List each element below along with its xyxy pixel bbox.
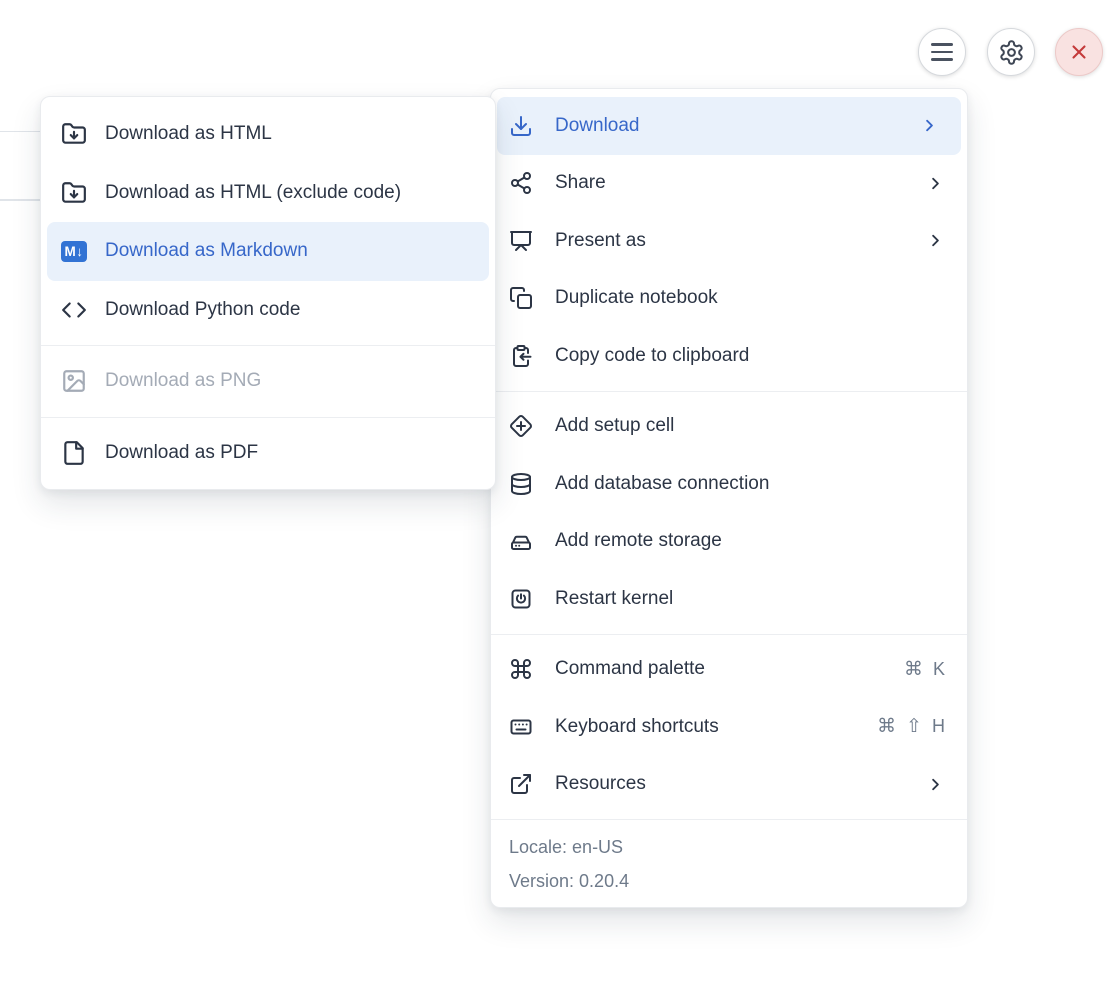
menu-separator bbox=[491, 391, 967, 392]
submenu-item-download-python[interactable]: Download Python code bbox=[41, 281, 495, 340]
chevron-right-icon bbox=[920, 116, 939, 135]
menu-item-label: Download bbox=[555, 115, 640, 137]
presentation-icon bbox=[509, 229, 533, 253]
menu-separator bbox=[41, 417, 495, 418]
download-icon bbox=[509, 114, 533, 138]
command-icon bbox=[509, 657, 533, 681]
menu-item-copy-code[interactable]: Copy code to clipboard bbox=[491, 327, 967, 385]
folder-down-icon bbox=[61, 180, 87, 206]
settings-button[interactable] bbox=[987, 28, 1035, 76]
hamburger-icon bbox=[931, 43, 953, 61]
menu-item-duplicate-notebook[interactable]: Duplicate notebook bbox=[491, 270, 967, 328]
submenu-item-download-html[interactable]: Download as HTML bbox=[41, 105, 495, 164]
chevron-right-icon bbox=[926, 231, 945, 250]
page-background-line bbox=[0, 131, 40, 132]
storage-drive-icon bbox=[509, 529, 533, 553]
page-background-line bbox=[0, 199, 40, 201]
submenu-item-download-markdown[interactable]: M↓ Download as Markdown bbox=[47, 222, 489, 281]
submenu-item-download-pdf[interactable]: Download as PDF bbox=[41, 424, 495, 483]
menu-item-label: Keyboard shortcuts bbox=[555, 716, 719, 738]
menu-item-label: Copy code to clipboard bbox=[555, 345, 749, 367]
share-icon bbox=[509, 171, 533, 195]
menu-item-add-setup-cell[interactable]: Add setup cell bbox=[491, 398, 967, 456]
code-brackets-icon bbox=[61, 297, 87, 323]
version-text: Version: 0.20.4 bbox=[491, 864, 967, 898]
menu-item-label: Add setup cell bbox=[555, 415, 674, 437]
copy-icon bbox=[509, 286, 533, 310]
gear-icon bbox=[998, 39, 1025, 66]
menu-item-label: Add remote storage bbox=[555, 530, 722, 552]
menu-item-label: Present as bbox=[555, 230, 646, 252]
folder-down-icon bbox=[61, 121, 87, 147]
menu-item-restart-kernel[interactable]: Restart kernel bbox=[491, 570, 967, 628]
menu-item-label: Restart kernel bbox=[555, 588, 673, 610]
chevron-right-icon bbox=[926, 775, 945, 794]
notebook-actions-menu: Download Share Present as bbox=[490, 88, 968, 908]
menu-item-add-remote-storage[interactable]: Add remote storage bbox=[491, 513, 967, 571]
chevron-right-icon bbox=[926, 174, 945, 193]
keyboard-icon bbox=[509, 715, 533, 739]
menu-item-label: Resources bbox=[555, 773, 646, 795]
diamond-plus-icon bbox=[509, 414, 533, 438]
file-icon bbox=[61, 440, 87, 466]
menu-item-resources[interactable]: Resources bbox=[491, 756, 967, 814]
notebook-menu-button[interactable] bbox=[918, 28, 966, 76]
shutdown-button[interactable] bbox=[1055, 28, 1103, 76]
submenu-item-download-html-no-code[interactable]: Download as HTML (exclude code) bbox=[41, 164, 495, 223]
menu-item-label: Download as PNG bbox=[105, 370, 261, 392]
external-link-icon bbox=[509, 772, 533, 796]
keyboard-shortcut: ⌘ K bbox=[904, 658, 945, 681]
markdown-download-badge-icon: M↓ bbox=[61, 238, 87, 264]
menu-item-label: Share bbox=[555, 172, 606, 194]
power-square-icon bbox=[509, 587, 533, 611]
menu-item-label: Add database connection bbox=[555, 473, 769, 495]
menu-item-label: Download Python code bbox=[105, 299, 300, 321]
menu-footer: Locale: en-US Version: 0.20.4 bbox=[491, 826, 967, 910]
locale-text: Locale: en-US bbox=[491, 830, 967, 864]
menu-separator bbox=[491, 819, 967, 820]
image-icon bbox=[61, 368, 87, 394]
clipboard-import-icon bbox=[509, 344, 533, 368]
download-submenu: Download as HTML Download as HTML (exclu… bbox=[40, 96, 496, 490]
menu-item-label: Command palette bbox=[555, 658, 705, 680]
submenu-item-download-png[interactable]: Download as PNG bbox=[41, 352, 495, 411]
menu-separator bbox=[41, 345, 495, 346]
database-icon bbox=[509, 472, 533, 496]
menu-item-download[interactable]: Download bbox=[497, 97, 961, 155]
menu-item-label: Download as PDF bbox=[105, 442, 258, 464]
menu-item-label: Duplicate notebook bbox=[555, 287, 718, 309]
menu-separator bbox=[491, 634, 967, 635]
menu-item-present-as[interactable]: Present as bbox=[491, 212, 967, 270]
menu-item-add-database[interactable]: Add database connection bbox=[491, 455, 967, 513]
menu-item-share[interactable]: Share bbox=[491, 155, 967, 213]
menu-item-keyboard-shortcuts[interactable]: Keyboard shortcuts ⌘ ⇧ H bbox=[491, 698, 967, 756]
menu-item-label: Download as HTML bbox=[105, 123, 272, 145]
close-x-icon bbox=[1068, 41, 1090, 63]
menu-item-label: Download as Markdown bbox=[105, 240, 308, 262]
menu-item-command-palette[interactable]: Command palette ⌘ K bbox=[491, 641, 967, 699]
keyboard-shortcut: ⌘ ⇧ H bbox=[877, 715, 945, 738]
menu-item-label: Download as HTML (exclude code) bbox=[105, 182, 401, 204]
